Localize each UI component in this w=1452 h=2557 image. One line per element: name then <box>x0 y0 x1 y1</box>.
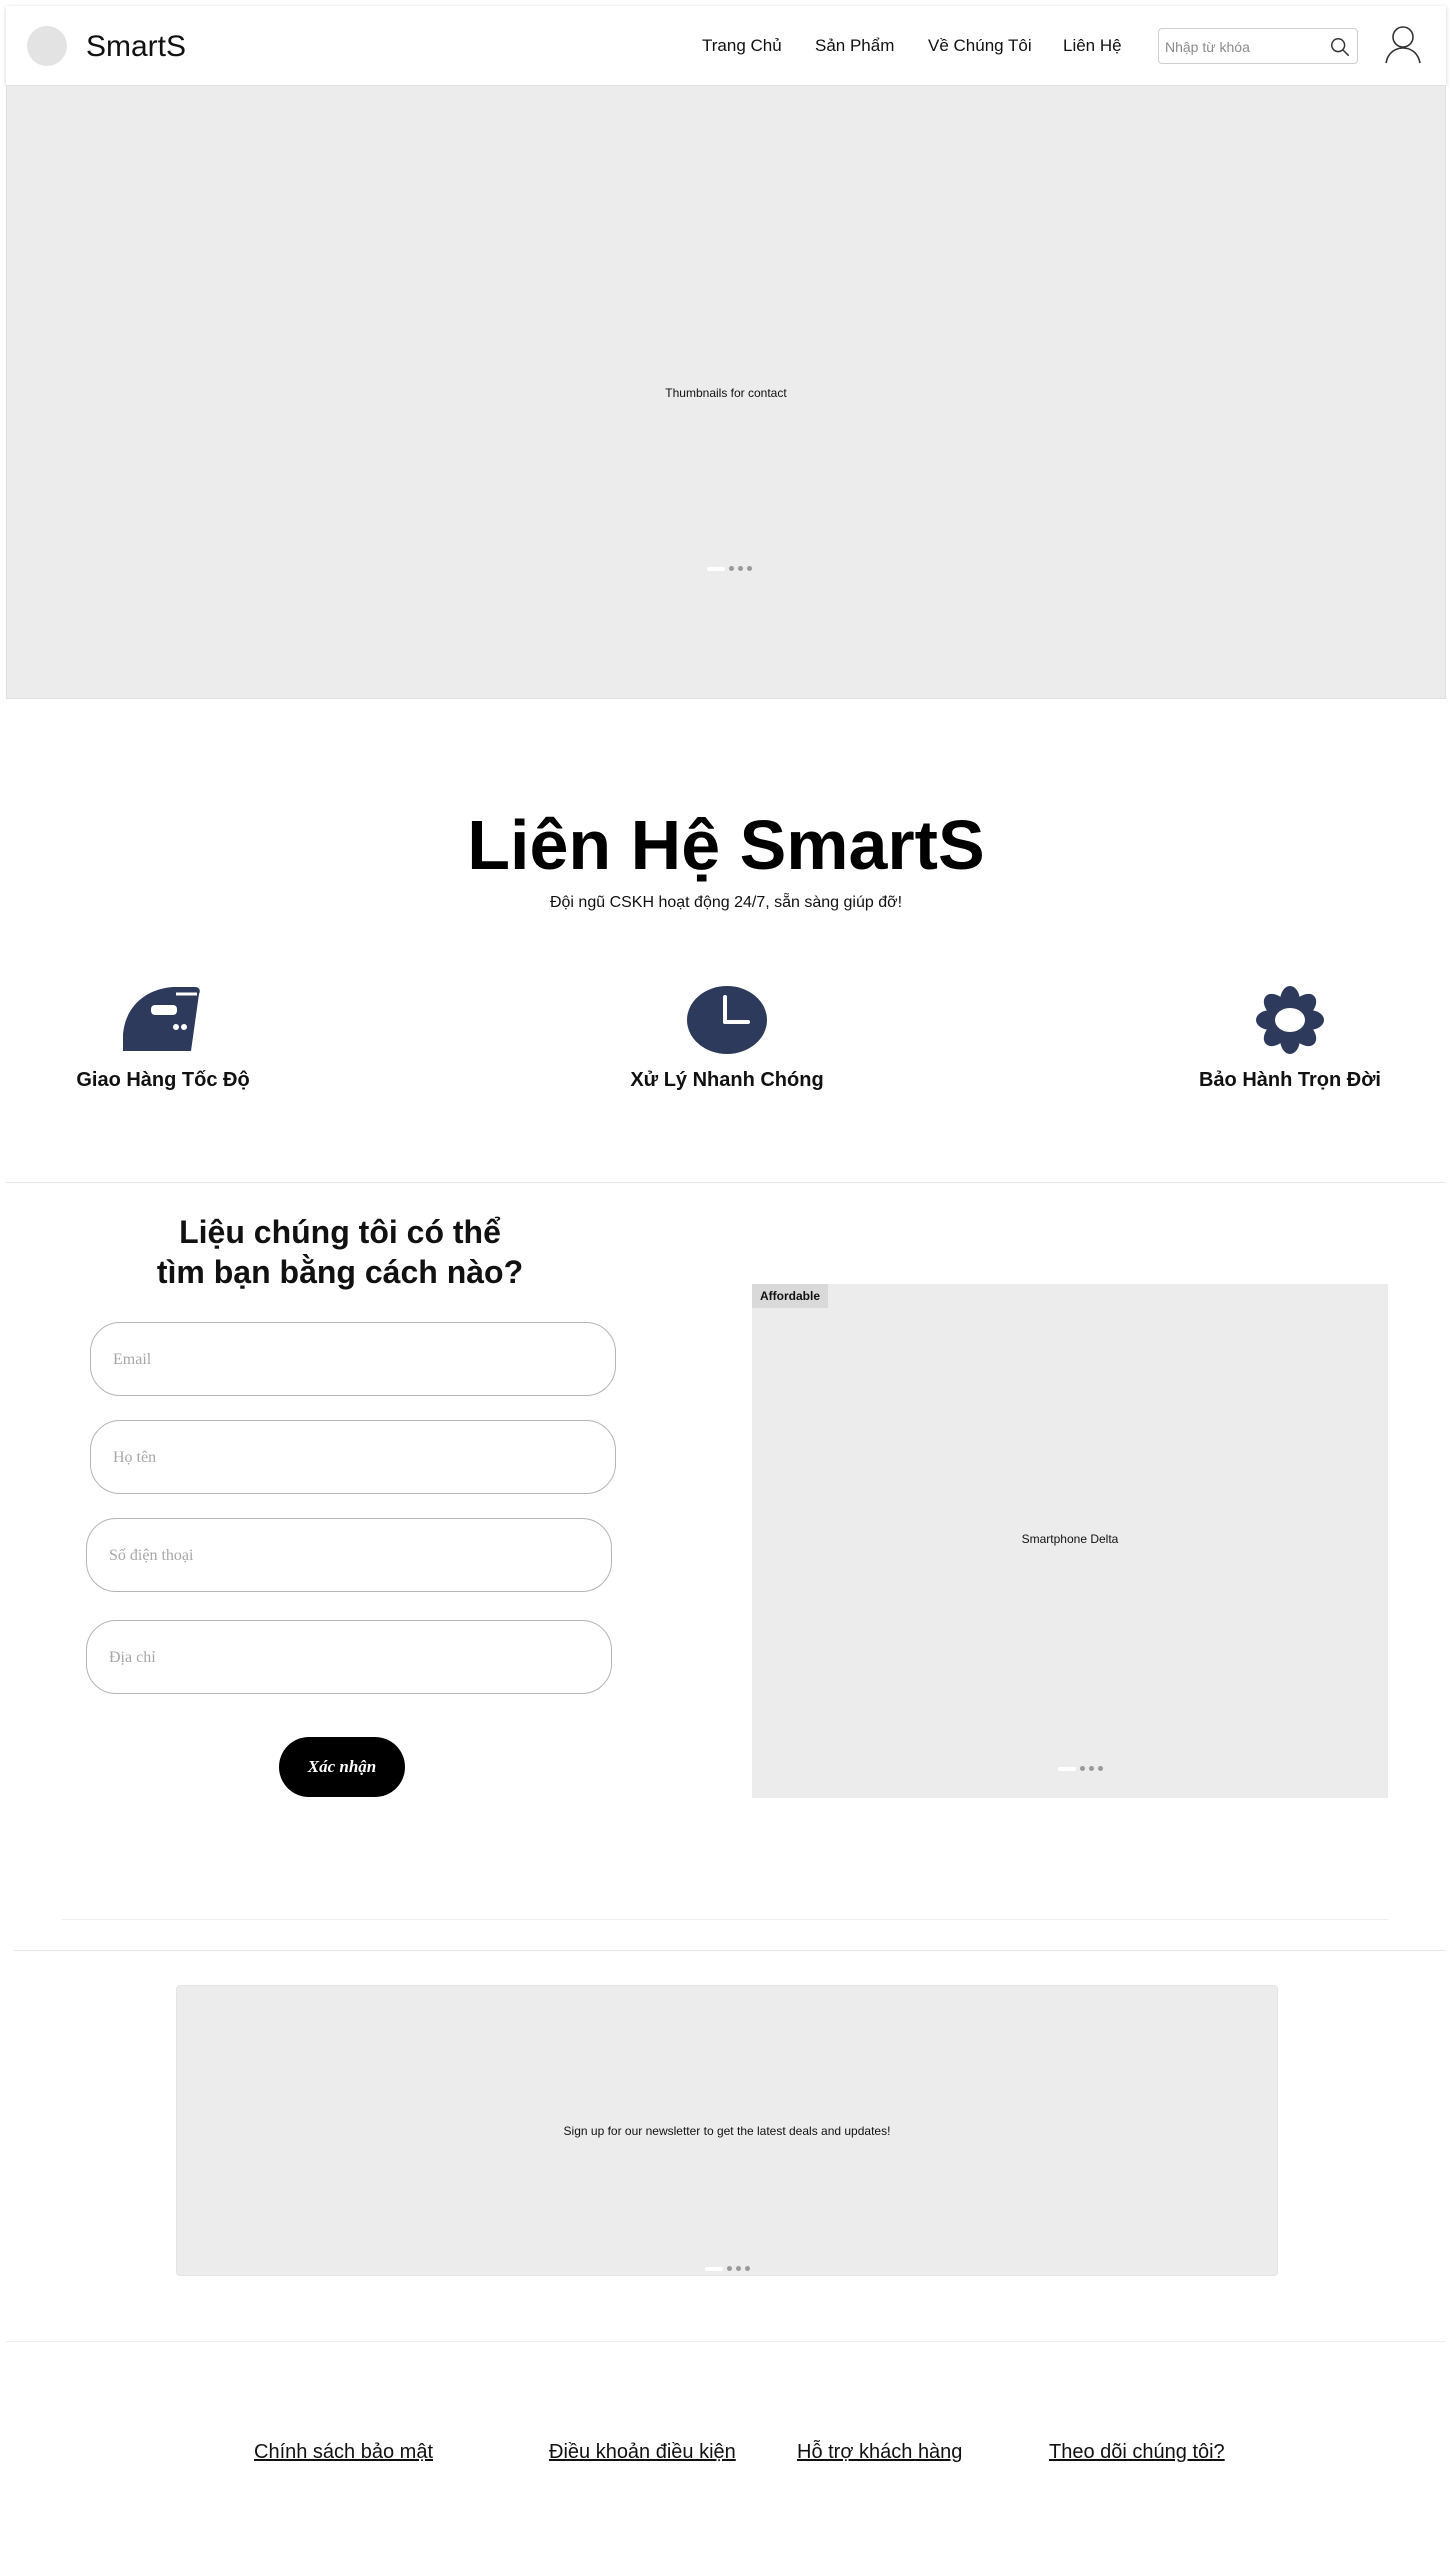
flower-icon <box>1256 986 1324 1054</box>
feature-delivery: Giao Hàng Tốc Độ <box>13 985 313 1092</box>
search-box <box>1158 28 1358 64</box>
brand-name[interactable]: SmartS <box>86 30 186 64</box>
form-title: Liệu chúng tôi có thể tìm bạn bằng cách … <box>90 1212 590 1292</box>
carousel-dot[interactable] <box>1089 1766 1094 1771</box>
name-field[interactable] <box>113 1443 583 1473</box>
iron-icon <box>123 987 200 1051</box>
form-title-line1: Liệu chúng tôi có thể <box>179 1214 501 1250</box>
footer-link-privacy[interactable]: Chính sách bảo mật <box>254 2440 433 2464</box>
user-icon[interactable] <box>1384 24 1422 64</box>
feature-label: Xử Lý Nhanh Chóng <box>630 1069 824 1091</box>
hero-carousel-dots <box>707 566 752 571</box>
section-divider <box>6 2341 1446 2342</box>
carousel-dot[interactable] <box>1058 1766 1076 1771</box>
footer-link-follow[interactable]: Theo dõi chúng tôi? <box>1049 2440 1225 2464</box>
phone-field-wrapper <box>86 1518 612 1592</box>
newsletter-carousel-dots <box>705 2266 750 2271</box>
logo[interactable] <box>27 26 67 66</box>
newsletter-text: Sign up for our newsletter to get the la… <box>563 2124 891 2138</box>
site-header: SmartS Trang Chủ Sản Phẩm Về Chúng Tôi L… <box>6 6 1446 85</box>
carousel-dot[interactable] <box>1080 1766 1085 1771</box>
address-field[interactable] <box>109 1643 579 1673</box>
newsletter-banner: Sign up for our newsletter to get the la… <box>176 1985 1278 2276</box>
footer-link-terms[interactable]: Điều khoản điều kiện <box>549 2440 736 2464</box>
product-badge: Affordable <box>752 1284 828 1308</box>
feature-warranty: Bảo Hành Trọn Đời <box>1140 985 1440 1092</box>
clock-icon <box>687 986 767 1054</box>
carousel-dot[interactable] <box>1098 1766 1103 1771</box>
footer-link-support[interactable]: Hỗ trợ khách hàng <box>797 2440 962 2464</box>
carousel-dot[interactable] <box>729 566 734 571</box>
feature-processing: Xử Lý Nhanh Chóng <box>577 985 877 1092</box>
phone-field[interactable] <box>109 1541 579 1571</box>
nav-home[interactable]: Trang Chủ <box>702 36 782 56</box>
feature-label: Giao Hàng Tốc Độ <box>76 1069 250 1091</box>
product-carousel-dots <box>1058 1766 1103 1771</box>
nav-products[interactable]: Sản Phẩm <box>815 36 894 56</box>
name-field-wrapper <box>90 1420 616 1494</box>
section-divider <box>14 1950 1446 1951</box>
search-icon[interactable] <box>1329 36 1351 58</box>
hero-banner: Thumbnails for contact <box>6 85 1446 699</box>
hero-caption: Thumbnails for contact <box>665 386 787 400</box>
carousel-dot[interactable] <box>727 2266 732 2271</box>
section-divider <box>6 1182 1446 1183</box>
carousel-dot[interactable] <box>738 566 743 571</box>
email-field-wrapper <box>90 1322 616 1396</box>
nav-about[interactable]: Về Chúng Tôi <box>928 36 1032 56</box>
email-field[interactable] <box>113 1345 583 1375</box>
form-title-line2: tìm bạn bằng cách nào? <box>156 1254 524 1290</box>
carousel-dot[interactable] <box>705 2266 723 2271</box>
page-subtitle: Đội ngũ CSKH hoạt động 24/7, sẵn sàng gi… <box>549 894 903 911</box>
product-card[interactable]: Affordable Smartphone Delta <box>752 1284 1388 1798</box>
carousel-dot[interactable] <box>747 566 752 571</box>
product-name: Smartphone Delta <box>1021 1532 1119 1546</box>
feature-label: Bảo Hành Trọn Đời <box>1198 1069 1381 1091</box>
section-divider <box>62 1919 1388 1920</box>
page-title: Liên Hệ SmartS <box>467 806 985 884</box>
nav-contact[interactable]: Liên Hệ <box>1063 36 1122 56</box>
submit-button[interactable]: Xác nhận <box>279 1737 405 1797</box>
carousel-dot[interactable] <box>707 566 725 571</box>
carousel-dot[interactable] <box>745 2266 750 2271</box>
address-field-wrapper <box>86 1620 612 1694</box>
search-input[interactable] <box>1165 36 1325 58</box>
carousel-dot[interactable] <box>736 2266 741 2271</box>
